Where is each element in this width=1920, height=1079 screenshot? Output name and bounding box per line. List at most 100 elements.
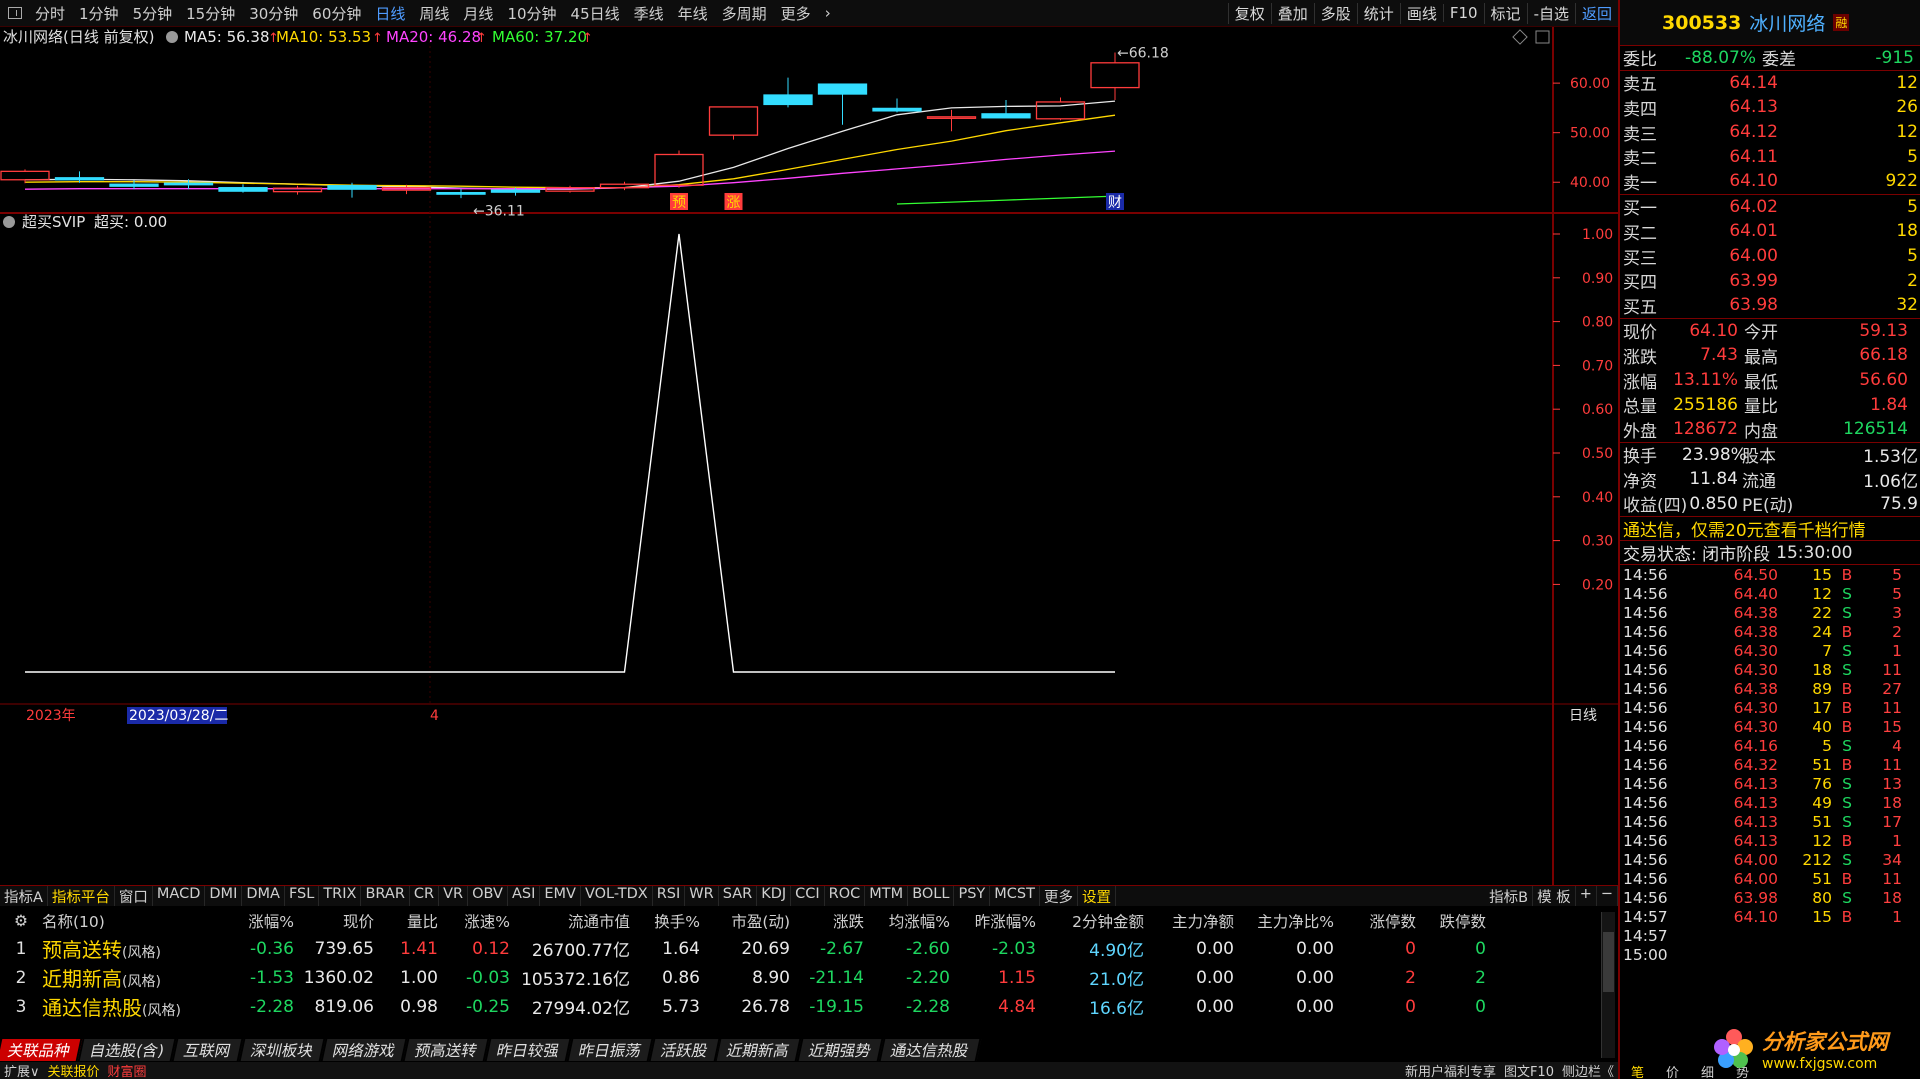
- candle[interactable]: [218, 184, 268, 193]
- status-item[interactable]: 关联报价: [44, 1062, 104, 1079]
- candle[interactable]: [1035, 97, 1086, 121]
- sector-tab[interactable]: 预高送转: [404, 1039, 490, 1061]
- indicator-button[interactable]: MACD: [153, 886, 206, 906]
- book-row[interactable]: 卖三 64.12 12: [1620, 120, 1920, 145]
- column-header[interactable]: 昨涨幅%: [950, 910, 1036, 932]
- toolbar-button[interactable]: 标记: [1483, 2, 1527, 24]
- period-button[interactable]: 45日线: [564, 3, 627, 24]
- toolbar-button[interactable]: 统计: [1356, 2, 1400, 24]
- toolbar-button[interactable]: 复权: [1227, 2, 1271, 24]
- indicator-button[interactable]: SAR: [719, 886, 758, 906]
- toolbar-button[interactable]: 叠加: [1270, 2, 1314, 24]
- column-header[interactable]: 2分钟金额: [1036, 910, 1144, 932]
- toolbar-button[interactable]: 画线: [1399, 2, 1443, 24]
- column-header[interactable]: 主力净比%: [1234, 910, 1334, 932]
- diamond-icon[interactable]: [1512, 29, 1528, 45]
- candle[interactable]: [436, 189, 486, 199]
- indicator-button[interactable]: PSY: [954, 886, 991, 906]
- event-marker[interactable]: 预: [670, 193, 688, 211]
- column-header[interactable]: 跌停数: [1416, 910, 1486, 932]
- sector-tab[interactable]: 昨日较强: [486, 1039, 572, 1061]
- period-button[interactable]: 5分钟: [126, 3, 180, 24]
- indicator-button[interactable]: MTM: [865, 886, 909, 906]
- candle[interactable]: [708, 106, 759, 140]
- indicator-button[interactable]: OBV: [468, 886, 508, 906]
- panel-toggle-icon[interactable]: [8, 7, 22, 19]
- indicator-right-button[interactable]: 指标B: [1485, 886, 1534, 906]
- indicator-right-button[interactable]: 模 板: [1533, 886, 1576, 906]
- column-header[interactable]: 换手%: [630, 910, 700, 932]
- column-header[interactable]: 涨停数: [1334, 910, 1416, 932]
- indicator-button[interactable]: EMV: [540, 886, 581, 906]
- indicator-button[interactable]: 设置: [1078, 886, 1116, 906]
- indicator-button[interactable]: DMA: [242, 886, 285, 906]
- sector-tab[interactable]: 近期强势: [798, 1039, 884, 1061]
- toolbar-button[interactable]: F10: [1442, 4, 1484, 22]
- period-button[interactable]: 分时: [28, 3, 72, 24]
- book-row[interactable]: 买四 63.99 2: [1620, 268, 1920, 294]
- level2-ad[interactable]: 通达信，仅需20元查看千档行情: [1620, 516, 1920, 542]
- book-row[interactable]: 卖一 64.10 922: [1620, 169, 1920, 194]
- period-button[interactable]: 15分钟: [179, 3, 242, 24]
- status-item[interactable]: 扩展∨: [0, 1062, 44, 1079]
- period-button[interactable]: 60分钟: [305, 3, 368, 24]
- period-button[interactable]: 周线: [412, 3, 456, 24]
- window-icon[interactable]: [1535, 30, 1550, 44]
- chevron-right-icon[interactable]: ›: [818, 4, 838, 22]
- period-button[interactable]: 10分钟: [500, 3, 563, 24]
- period-button[interactable]: 季线: [627, 3, 671, 24]
- event-marker[interactable]: 财: [1106, 193, 1124, 211]
- book-row[interactable]: 卖二 64.11 5: [1620, 144, 1920, 170]
- column-header[interactable]: 均涨幅%: [864, 910, 950, 932]
- candle[interactable]: [654, 150, 704, 188]
- candle[interactable]: [817, 83, 868, 125]
- indicator-button[interactable]: TRIX: [319, 886, 362, 906]
- sector-tab[interactable]: 活跃股: [650, 1039, 720, 1061]
- status-right-item[interactable]: 新用户福利专享: [1401, 1062, 1500, 1079]
- indicator-button[interactable]: BRAR: [361, 886, 410, 906]
- toolbar-button[interactable]: 返回: [1574, 2, 1618, 24]
- indicator-button[interactable]: BOLL: [908, 886, 955, 906]
- sector-tab[interactable]: 关联品种: [0, 1039, 83, 1061]
- candle[interactable]: [272, 185, 323, 195]
- indicator-button[interactable]: WR: [685, 886, 719, 906]
- indicator-button[interactable]: CR: [410, 886, 440, 906]
- indicator-button[interactable]: 更多: [1040, 886, 1078, 906]
- period-button[interactable]: 月线: [456, 3, 500, 24]
- table-row[interactable]: 2 近期新高(风格) -1.53 1360.02 1.00 -0.03 105372.16亿…: [0, 964, 1600, 991]
- toolbar-button[interactable]: -自选: [1526, 2, 1575, 24]
- column-header[interactable]: 涨跌: [790, 910, 864, 932]
- indicator-right-button[interactable]: −: [1597, 886, 1618, 906]
- period-button[interactable]: 更多: [774, 3, 818, 24]
- period-button[interactable]: 日线: [368, 3, 412, 24]
- gear-icon[interactable]: ⚙: [0, 912, 42, 930]
- indicator-button[interactable]: DMI: [205, 886, 243, 906]
- status-right-item[interactable]: 图文F10: [1500, 1062, 1558, 1079]
- candle[interactable]: [0, 169, 50, 184]
- indicator-button[interactable]: MCST: [990, 886, 1040, 906]
- indicator-button[interactable]: ASI: [508, 886, 541, 906]
- candle[interactable]: [981, 99, 1031, 119]
- stock-name[interactable]: 冰川网络: [1749, 9, 1825, 36]
- tick-tab[interactable]: 价: [1655, 1062, 1690, 1079]
- tick-tab[interactable]: 笔: [1620, 1062, 1655, 1079]
- column-header[interactable]: 名称(10): [42, 910, 212, 932]
- toolbar-button[interactable]: 多股: [1313, 2, 1357, 24]
- event-marker[interactable]: 涨: [724, 193, 743, 211]
- candle[interactable]: [926, 109, 977, 132]
- candle[interactable]: [872, 98, 922, 113]
- column-header[interactable]: 涨速%: [438, 910, 510, 932]
- indicator-button[interactable]: KDJ: [757, 886, 792, 906]
- book-row[interactable]: 卖四 64.13 26: [1620, 95, 1920, 120]
- sector-tab[interactable]: 通达信热股: [880, 1039, 982, 1061]
- table-row[interactable]: 3 通达信热股(风格) -2.28 819.06 0.98 -0.25 27994.02亿 5…: [0, 993, 1600, 1020]
- column-header[interactable]: 市盈(动): [700, 910, 790, 932]
- scrollbar-thumb[interactable]: [1603, 932, 1614, 992]
- kline-chart-area[interactable]: 冰川网络(日线 前复权) MA5: 56.38 MA10: 53.53 MA20…: [0, 27, 1618, 893]
- sector-tab[interactable]: 互联网: [173, 1039, 243, 1061]
- column-header[interactable]: 流通市值: [510, 910, 630, 932]
- sector-tab[interactable]: 近期新高: [716, 1039, 802, 1061]
- table-row[interactable]: 1 预高送转(风格) -0.36 739.65 1.41 0.12 26700.77亿 1.6…: [0, 935, 1600, 962]
- book-row[interactable]: 买五 63.98 32: [1620, 293, 1920, 318]
- book-row[interactable]: 买二 64.01 18: [1620, 219, 1920, 244]
